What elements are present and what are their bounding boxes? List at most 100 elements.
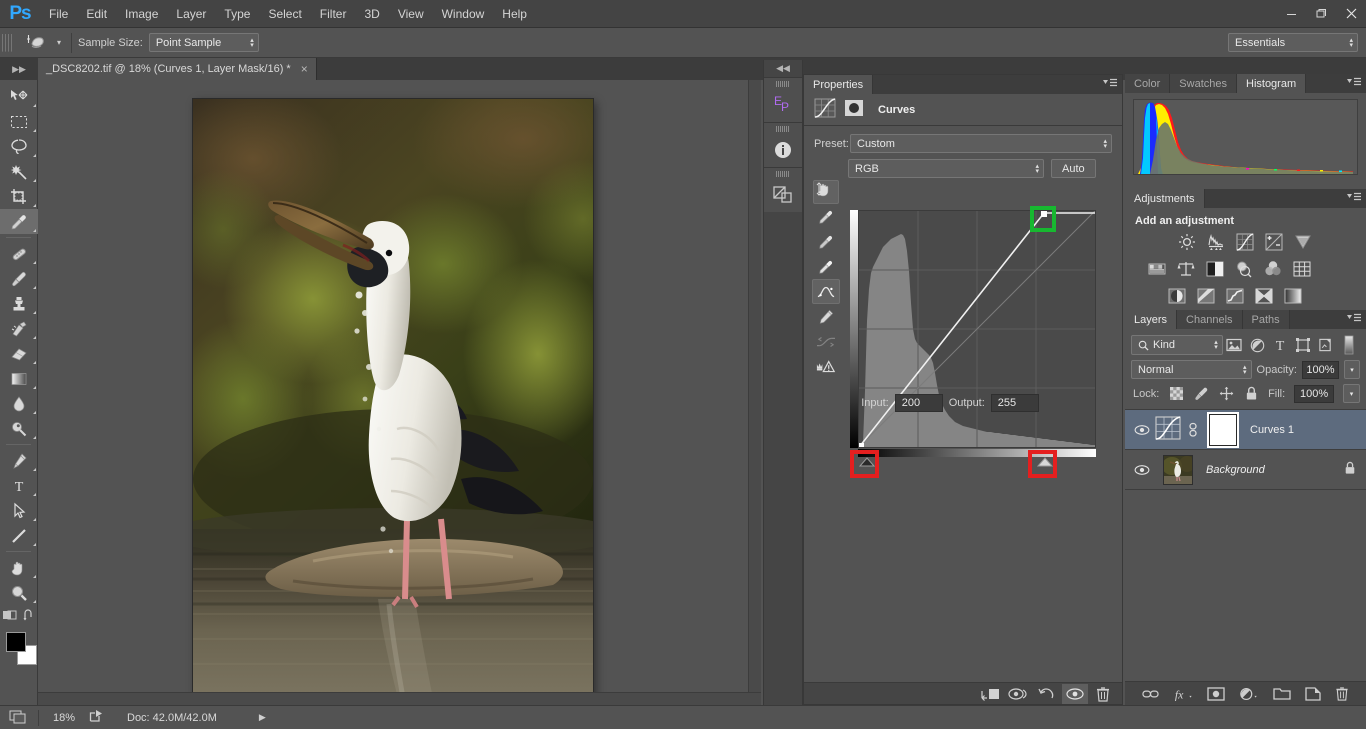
gray-point-eyedropper-icon[interactable] xyxy=(812,229,840,254)
layer-style-fx-icon[interactable]: fx xyxy=(1173,687,1193,701)
menu-edit[interactable]: Edit xyxy=(77,0,116,28)
foreground-color-swatch[interactable] xyxy=(6,632,26,652)
fill-field[interactable]: 100% xyxy=(1294,385,1334,403)
black-point-eyedropper-icon[interactable] xyxy=(812,204,840,229)
layer-row-curves-1[interactable]: Curves 1 xyxy=(1125,410,1366,450)
close-document-icon[interactable]: × xyxy=(301,63,308,75)
brush-tool[interactable] xyxy=(0,266,38,291)
screen-mode-icon[interactable] xyxy=(0,706,38,729)
histogram-graph[interactable] xyxy=(1133,99,1358,175)
menu-layer[interactable]: Layer xyxy=(167,0,215,28)
document-tab[interactable]: _DSC8202.tif @ 18% (Curves 1, Layer Mask… xyxy=(38,58,317,80)
crop-tool[interactable] xyxy=(0,184,38,209)
panel-menu-icon[interactable] xyxy=(1346,192,1362,205)
gradient-map-icon[interactable] xyxy=(1283,286,1303,306)
curve-point-edit-icon[interactable] xyxy=(812,279,840,304)
tab-layers[interactable]: Layers xyxy=(1125,310,1177,329)
zoom-tool[interactable] xyxy=(0,580,38,605)
lasso-tool[interactable] xyxy=(0,134,38,159)
selective-color-icon[interactable] xyxy=(1254,286,1274,306)
smooth-curve-icon[interactable] xyxy=(812,329,840,354)
layer-comps-panel-icon[interactable] xyxy=(764,167,802,212)
output-field[interactable]: 255 xyxy=(991,394,1039,412)
minimize-icon[interactable] xyxy=(1276,0,1306,28)
channel-mixer-icon[interactable] xyxy=(1263,259,1283,279)
brightness-contrast-icon[interactable] xyxy=(1177,232,1197,252)
black-white-icon[interactable] xyxy=(1205,259,1225,279)
eyedropper-tool-icon[interactable] xyxy=(17,31,53,55)
tab-channels[interactable]: Channels xyxy=(1177,310,1242,329)
new-group-icon[interactable] xyxy=(1273,687,1291,701)
options-bar-grip[interactable] xyxy=(2,32,14,54)
canvas-horizontal-scrollbar[interactable] xyxy=(38,692,761,705)
filter-type-layers-icon[interactable]: T xyxy=(1269,335,1292,355)
curves-icon[interactable] xyxy=(1235,232,1255,252)
panel-menu-icon[interactable] xyxy=(1346,77,1362,90)
invert-icon[interactable] xyxy=(1167,286,1187,306)
channel-select[interactable]: RGB ▴▾ xyxy=(848,159,1044,178)
eraser-tool[interactable] xyxy=(0,341,38,366)
fill-scrubber-button[interactable]: ▾ xyxy=(1343,384,1360,403)
menu-help[interactable]: Help xyxy=(493,0,536,28)
tab-swatches[interactable]: Swatches xyxy=(1170,74,1237,93)
menu-select[interactable]: Select xyxy=(259,0,310,28)
lock-all-icon[interactable] xyxy=(1243,386,1259,402)
filter-pixel-layers-icon[interactable] xyxy=(1223,335,1246,355)
workspace-select[interactable]: Essentials ▴▾ xyxy=(1228,33,1358,52)
white-point-eyedropper-icon[interactable] xyxy=(812,254,840,279)
clipping-warning-icon[interactable] xyxy=(812,354,840,379)
hand-tool[interactable] xyxy=(0,555,38,580)
close-icon[interactable] xyxy=(1336,0,1366,28)
curves-graph[interactable] xyxy=(858,210,1096,448)
clip-to-layer-icon[interactable] xyxy=(978,684,1004,704)
line-shape-tool[interactable] xyxy=(0,523,38,548)
on-image-adjustment-icon[interactable] xyxy=(813,180,839,204)
layer-row-background[interactable]: Background xyxy=(1125,450,1366,490)
filter-shape-layers-icon[interactable] xyxy=(1291,335,1314,355)
expand-panels-icon[interactable]: ◀◀ xyxy=(764,60,802,77)
blur-tool[interactable] xyxy=(0,391,38,416)
panel-menu-icon[interactable] xyxy=(1102,78,1118,91)
menu-3d[interactable]: 3D xyxy=(355,0,388,28)
input-field[interactable]: 200 xyxy=(895,394,943,412)
link-mask-icon[interactable] xyxy=(1185,422,1201,438)
color-lookup-icon[interactable] xyxy=(1292,259,1312,279)
add-layer-mask-icon[interactable] xyxy=(1207,687,1225,701)
toggle-previous-state-icon[interactable] xyxy=(1006,684,1032,704)
clone-stamp-tool[interactable] xyxy=(0,291,38,316)
menu-window[interactable]: Window xyxy=(433,0,494,28)
tab-properties[interactable]: Properties xyxy=(804,75,873,94)
dodge-tool[interactable] xyxy=(0,416,38,441)
tab-adjustments[interactable]: Adjustments xyxy=(1125,189,1205,208)
tool-preset-caret-icon[interactable]: ▾ xyxy=(53,38,65,47)
pen-tool[interactable] xyxy=(0,448,38,473)
background-layer-thumbnail[interactable] xyxy=(1163,455,1193,485)
color-balance-icon[interactable] xyxy=(1176,259,1196,279)
vibrance-icon[interactable] xyxy=(1293,232,1313,252)
filter-toggle-icon[interactable] xyxy=(1337,335,1360,355)
levels-icon[interactable] xyxy=(1206,232,1226,252)
rectangular-marquee-tool[interactable] xyxy=(0,109,38,134)
hue-saturation-icon[interactable] xyxy=(1147,259,1167,279)
toggle-layer-visibility-icon[interactable] xyxy=(1062,684,1088,704)
image-canvas[interactable] xyxy=(193,99,593,698)
collapse-toolbar-icon[interactable]: ▶▶ xyxy=(0,58,38,80)
preset-select[interactable]: Custom ▴▾ xyxy=(850,134,1112,153)
threshold-icon[interactable] xyxy=(1225,286,1245,306)
history-brush-tool[interactable] xyxy=(0,316,38,341)
delete-adjustment-icon[interactable] xyxy=(1090,684,1116,704)
path-selection-tool[interactable] xyxy=(0,498,38,523)
info-panel-icon[interactable] xyxy=(764,122,802,167)
link-layers-icon[interactable] xyxy=(1142,688,1159,700)
new-adjustment-layer-icon[interactable] xyxy=(1239,687,1259,701)
delete-layer-icon[interactable] xyxy=(1335,686,1349,701)
canvas-vertical-scrollbar[interactable] xyxy=(748,80,761,705)
lock-image-pixels-icon[interactable] xyxy=(1193,386,1209,402)
menu-file[interactable]: File xyxy=(40,0,77,28)
lock-position-icon[interactable] xyxy=(1218,386,1234,402)
pencil-draw-curve-icon[interactable] xyxy=(812,304,840,329)
blend-mode-select[interactable]: Normal ▴▾ xyxy=(1131,360,1252,379)
panel-menu-icon[interactable] xyxy=(1346,313,1362,326)
menu-view[interactable]: View xyxy=(389,0,433,28)
menu-filter[interactable]: Filter xyxy=(311,0,356,28)
